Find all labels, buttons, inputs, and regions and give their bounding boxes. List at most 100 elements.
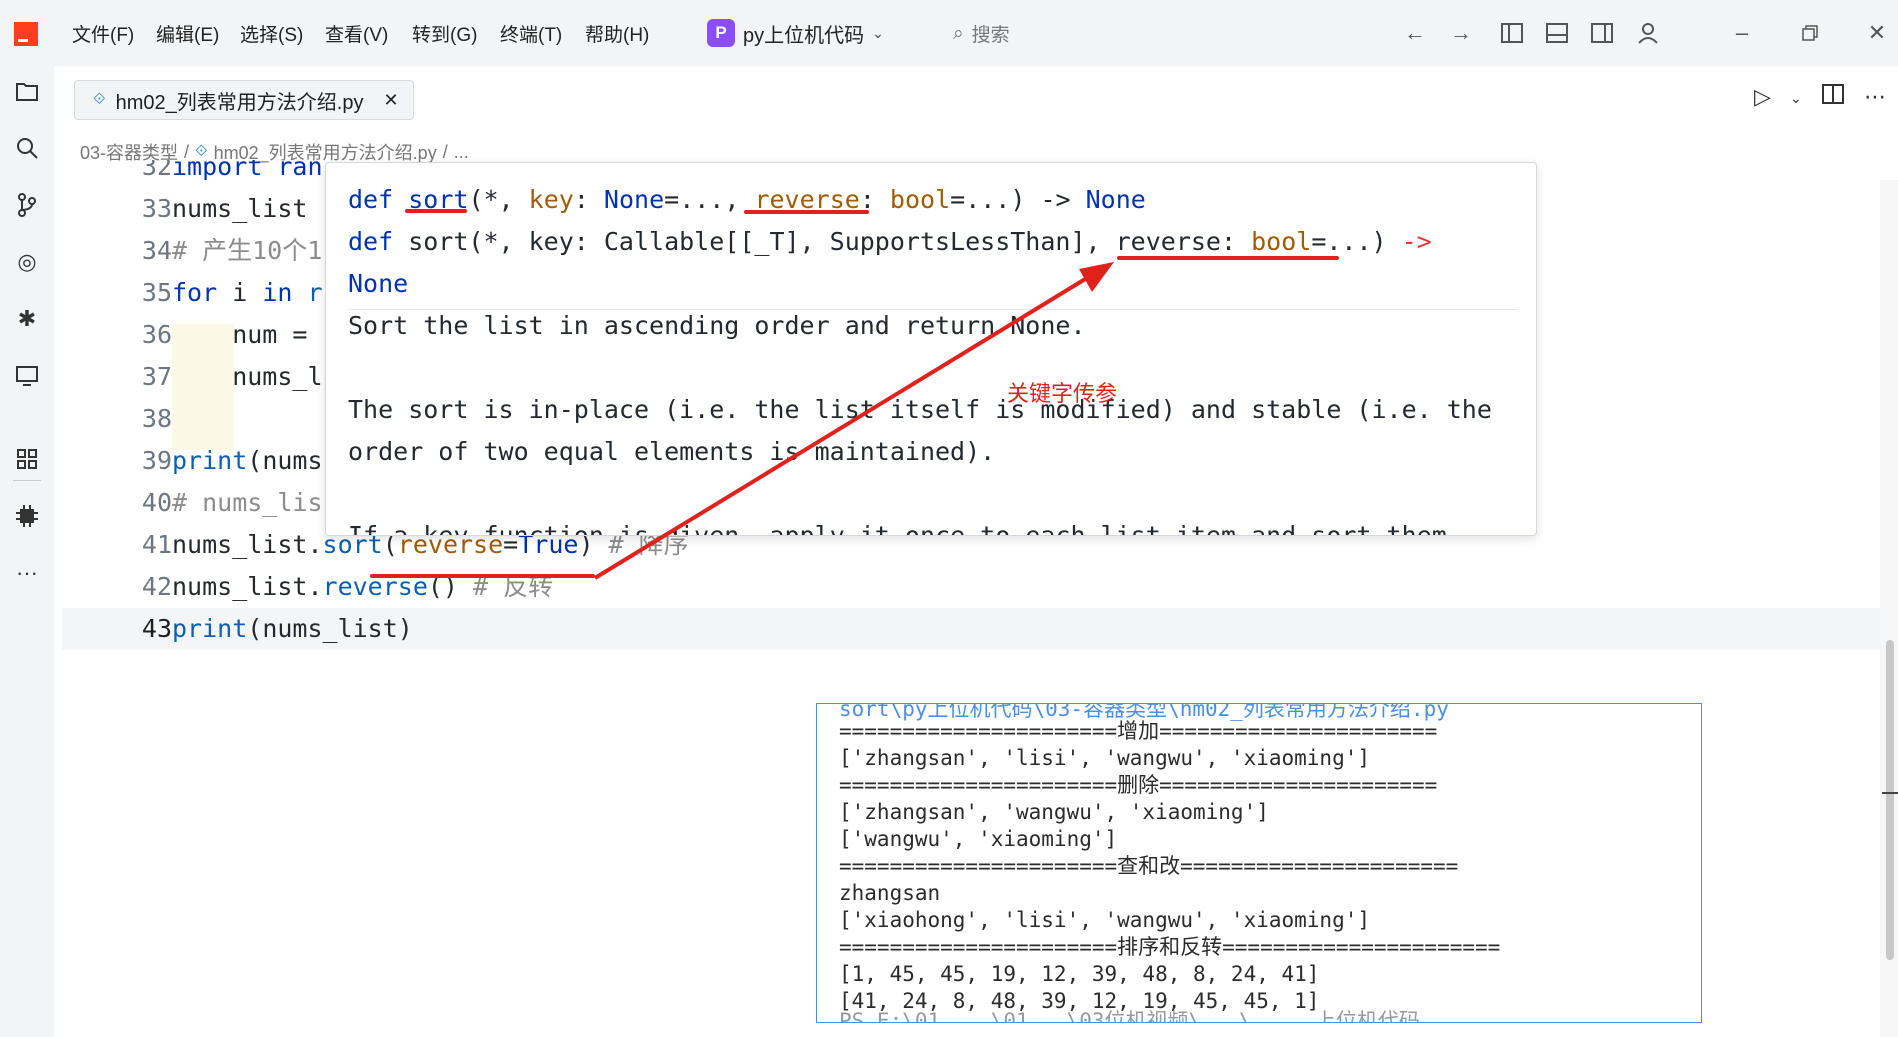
more-icon[interactable]: ··· [12,558,42,588]
arrow-back-icon[interactable]: ← [1400,18,1430,48]
app-logo [14,22,38,46]
code-token: bool [1251,227,1312,256]
arrow-forward-icon[interactable]: → [1446,18,1476,48]
toggle-sidebar-icon[interactable] [1497,18,1527,48]
code-token: =...) -> [950,185,1086,214]
terminal-line: ======================查和改===============… [839,854,1459,878]
search-icon[interactable] [12,133,42,163]
split-editor-icon[interactable] [1822,84,1844,110]
tab-hm02[interactable]: ⟐ hm02_列表常用方法介绍.py ✕ [74,80,414,120]
code-token: i [217,278,263,307]
line-number: 37 [141,362,172,391]
code-token: (*, [468,185,529,214]
minimize-icon[interactable]: – [1727,18,1757,48]
code-token: key [528,185,574,214]
search-placeholder: 搜索 [971,25,1010,46]
line-number: 35 [141,278,172,307]
annotation-label: 关键字传参 [1007,381,1118,406]
extensions-icon[interactable] [12,444,42,474]
signature-line-2-cont: None [348,269,409,298]
project-name: py上位机代码 [743,24,865,47]
terminal-line: ['zhangsan', 'wangwu', 'xiaoming'] [839,800,1269,824]
code-token: r [292,278,323,307]
remote-explorer-icon[interactable]: ◎ [12,247,42,277]
tab-label: hm02_列表常用方法介绍.py [115,91,364,114]
code-line[interactable]: 43 print(nums_list) [62,608,1898,650]
code-token: : [573,185,604,214]
docstring-line: The sort is in-place (i.e. the list itse… [348,395,1492,424]
remote-window-icon[interactable] [12,361,42,391]
terminal-line: ['wangwu', 'xiaoming'] [839,827,1118,851]
account-icon[interactable] [1633,18,1663,48]
python-file-icon: ⟐ [93,91,106,108]
menu-edit[interactable]: 编辑(E) [156,20,219,47]
line-number: 34 [141,236,172,265]
code-token: nums_list. [172,530,323,559]
menu-go[interactable]: 转到(G) [412,20,477,47]
code-token: None [603,185,665,214]
signature-line-1: def sort(*, key: None=..., reverse: bool… [348,179,1146,221]
docstring-line: If a key function is given, apply it onc… [348,521,1462,536]
code-text: print(nums_list) [172,608,413,650]
code-token: nums_l [172,362,323,391]
code-text: import ran [172,160,323,188]
toggle-panel-icon[interactable] [1542,18,1572,48]
menu-selection[interactable]: 选择(S) [240,20,303,47]
source-control-icon[interactable] [12,190,42,220]
explorer-icon[interactable] [12,76,42,106]
underline-reverse [744,210,869,214]
code-text: for i in r [172,272,323,314]
line-number: 32 [141,160,172,181]
title-bar: 文件(F) 编辑(E) 选择(S) 查看(V) 转到(G) 终端(T) 帮助(H… [0,0,1898,66]
underline-reverse-bool [1117,256,1339,260]
project-icon: P [707,19,735,47]
search-box[interactable]: ⌕ 搜索 [953,20,1010,47]
underline-sort [405,209,467,213]
toggle-secondary-sidebar-icon[interactable] [1587,18,1617,48]
menu-terminal[interactable]: 终端(T) [500,20,562,47]
activity-bar: ◎ ✱ ··· [0,66,54,1037]
activity-separator [13,480,41,481]
line-number: 43 [141,614,172,643]
chip-icon[interactable] [12,501,42,531]
code-token: (nums [247,446,323,475]
run-icon[interactable]: ▷ [1754,84,1771,110]
code-token: =..., [664,185,755,214]
code-token: # 产生10个1 [172,236,323,265]
code-token: # nums_lis [172,488,323,517]
editor-more-icon[interactable]: ⋯ [1864,84,1886,110]
code-token: in [262,278,293,307]
code-token: for [172,278,218,307]
terminal-panel[interactable]: sort\py上位机代码\03-容器类型\hm02_列表常用方法介绍.py ==… [816,703,1702,1023]
code-token: def [348,185,394,214]
code-line[interactable]: 42 nums_list.reverse() # 反转 [62,566,1898,608]
line-number: 41 [141,530,172,559]
underline-reverse-true [370,574,595,578]
close-icon[interactable]: ✕ [383,90,398,111]
menu-help[interactable]: 帮助(H) [585,20,649,47]
code-token: def [348,227,394,256]
line-number: 38 [141,404,172,433]
line-number: 40 [141,488,172,517]
code-token: (nums_list) [247,614,413,643]
line-number: 33 [141,194,172,223]
terminal-line: ======================增加================… [839,719,1438,743]
code-token: bool [889,185,951,214]
run-dropdown-icon[interactable]: ⌄ [1790,90,1802,107]
terminal-line: ======================删除================… [839,773,1438,797]
code-token: sort(*, key: Callable[[_T], SupportsLess… [393,227,1252,256]
scrollbar-thumb[interactable] [1886,640,1894,960]
menu-file[interactable]: 文件(F) [72,20,134,47]
terminal-prompt: PS E:\01_...\01...\03位机视频\...\... 上位机代码 [839,1009,1420,1023]
code-token: None [1085,185,1146,214]
close-window-icon[interactable]: ✕ [1862,18,1892,48]
code-text: nums_list [172,188,307,230]
search-icon: ⌕ [953,22,964,44]
docstring-line: Sort the list in ascending order and ret… [348,311,1086,340]
restore-icon[interactable] [1795,18,1825,48]
terminal-line: [1, 45, 45, 19, 12, 39, 48, 8, 24, 41] [839,962,1320,986]
project-switcher[interactable]: P py上位机代码 ⌄ [707,17,884,49]
menu-view[interactable]: 查看(V) [325,20,388,47]
debug-icon[interactable]: ✱ [12,304,42,334]
code-text: num = [172,314,307,356]
